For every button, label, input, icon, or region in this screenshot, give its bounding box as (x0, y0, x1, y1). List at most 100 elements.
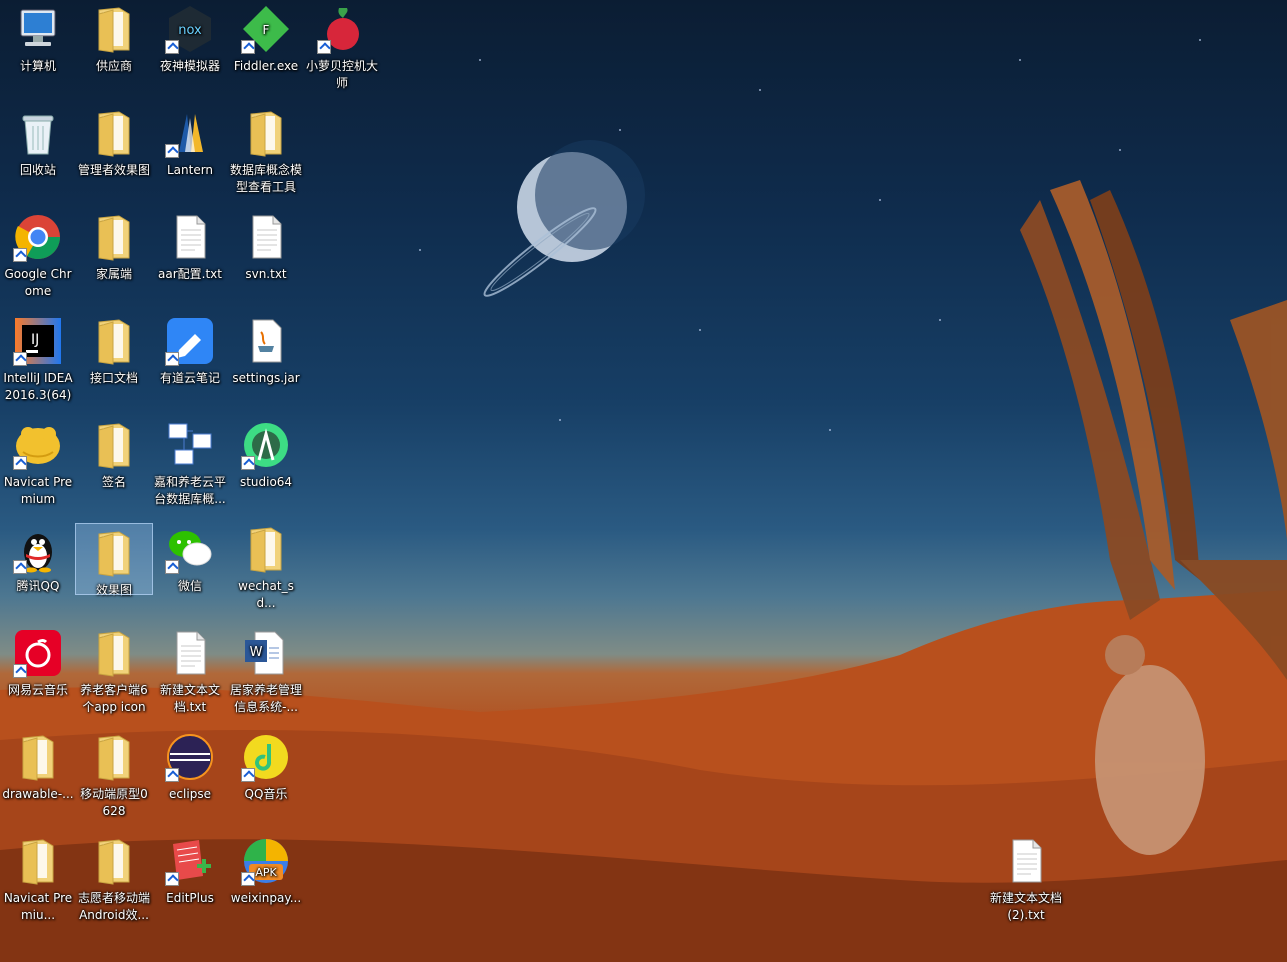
desktop-icon[interactable]: nox 夜神模拟器 (152, 0, 228, 75)
desktop-icon-label: svn.txt (245, 267, 287, 281)
text-file-icon (165, 212, 215, 262)
desktop-icon-label: 养老客户端6个app icon (80, 683, 148, 714)
desktop-icon-label: 移动端原型0628 (80, 787, 148, 818)
desktop-icon-label: wechat_sd... (238, 579, 294, 610)
desktop-icon-label: 新建文本文档.txt (159, 683, 220, 714)
planet-with-ring (483, 140, 645, 297)
desktop-icon-label: Lantern (166, 163, 214, 177)
desktop-icon-label: 接口文档 (89, 371, 138, 385)
folder-icon (89, 528, 139, 578)
desktop-icon[interactable]: Lantern (152, 104, 228, 179)
desktop-icon[interactable]: drawable-... (0, 728, 76, 803)
desktop-icon[interactable]: 家属端 (76, 208, 152, 283)
svg-text:W: W (250, 645, 263, 660)
desktop-icon[interactable]: 签名 (76, 416, 152, 491)
desktop-icon-label: 嘉和养老云平台数据库概... (153, 475, 226, 506)
intellij-icon: IJ (13, 316, 63, 366)
desktop-icon[interactable]: 管理者效果图 (76, 104, 152, 179)
desktop-icon[interactable]: APK weixinpay... (228, 832, 304, 907)
svg-text:nox: nox (178, 23, 202, 38)
desktop-icon[interactable]: Navicat Premium (0, 416, 76, 508)
folder-icon (89, 108, 139, 158)
desktop-icon[interactable]: 微信 (152, 520, 228, 595)
desktop-icon[interactable]: 志愿者移动端Android效... (76, 832, 152, 924)
shortcut-arrow-icon (165, 144, 179, 158)
shortcut-arrow-icon (165, 872, 179, 886)
desktop-icon[interactable]: 移动端原型0628 (76, 728, 152, 820)
desktop-icon[interactable]: 新建文本文档 (2).txt (988, 832, 1064, 924)
shortcut-arrow-icon (165, 560, 179, 574)
desktop-icon-label: Navicat Premiu... (3, 891, 73, 922)
shortcut-arrow-icon (241, 456, 255, 470)
desktop-icon-label: 夜神模拟器 (159, 59, 220, 73)
desktop-icon[interactable]: EditPlus (152, 832, 228, 907)
qq-music-icon (241, 732, 291, 782)
desktop-icon[interactable]: 有道云笔记 (152, 312, 228, 387)
youdao-note-icon (165, 316, 215, 366)
desktop-icon[interactable]: studio64 (228, 416, 304, 491)
netease-music-icon (13, 628, 63, 678)
shortcut-arrow-icon (13, 352, 27, 366)
desktop-icon[interactable]: IJ IntelliJ IDEA 2016.3(64) (0, 312, 76, 404)
folder-icon (13, 732, 63, 782)
text-file-icon (1001, 836, 1051, 886)
svg-text:IJ: IJ (31, 332, 39, 348)
desktop-icon[interactable]: aar配置.txt (152, 208, 228, 283)
desktop-icon[interactable]: 嘉和养老云平台数据库概... (152, 416, 228, 508)
svg-text:APK: APK (255, 866, 277, 879)
folder-icon (89, 316, 139, 366)
android-studio-icon (241, 420, 291, 470)
recycle-bin-icon (13, 108, 63, 158)
folder-icon (89, 628, 139, 678)
editplus-icon (165, 836, 215, 886)
desktop-icon-label: 网易云音乐 (7, 683, 68, 697)
desktop-icon[interactable]: 供应商 (76, 0, 152, 75)
desktop-icon[interactable]: 回收站 (0, 104, 76, 179)
desktop-icon[interactable]: 养老客户端6个app icon (76, 624, 152, 716)
desktop-icon[interactable]: svn.txt (228, 208, 304, 283)
folder-icon (13, 836, 63, 886)
desktop-icon-label: 签名 (101, 475, 126, 489)
shortcut-arrow-icon (241, 872, 255, 886)
desktop-icon-label: Google Chrome (4, 267, 72, 298)
desktop-icon[interactable]: 效果图 (75, 523, 153, 597)
shortcut-arrow-icon (13, 560, 27, 574)
desktop-icon[interactable]: W 居家养老管理信息系统-... (228, 624, 304, 716)
folder-icon (89, 4, 139, 54)
desktop-icon[interactable]: wechat_sd... (228, 520, 304, 612)
folder-icon (89, 420, 139, 470)
desktop-icon-label: settings.jar (232, 371, 300, 385)
desktop[interactable]: 计算机 供应商 nox 夜神模拟器 F Fiddler.exe 小萝贝控机大师回收站 管理者效… (0, 0, 1287, 962)
desktop-icon[interactable]: 新建文本文档.txt (152, 624, 228, 716)
desktop-icon[interactable]: 计算机 (0, 0, 76, 75)
desktop-icon[interactable]: QQ音乐 (228, 728, 304, 803)
desktop-icon[interactable]: 腾讯QQ (0, 520, 76, 595)
nox-icon: nox (165, 4, 215, 54)
desktop-icon-label: 志愿者移动端Android效... (77, 891, 150, 922)
desktop-icon[interactable]: 数据库概念模型查看工具 (228, 104, 304, 196)
shortcut-arrow-icon (241, 768, 255, 782)
desktop-icon-label: studio64 (239, 475, 293, 489)
shortcut-arrow-icon (13, 664, 27, 678)
desktop-icon-label: 效果图 (95, 583, 132, 597)
desktop-icon[interactable]: eclipse (152, 728, 228, 803)
fiddler-icon: F (241, 4, 291, 54)
radish-icon (317, 4, 367, 54)
desktop-icon[interactable]: F Fiddler.exe (228, 0, 304, 75)
folder-icon (89, 212, 139, 262)
desktop-icon[interactable]: Google Chrome (0, 208, 76, 300)
desktop-icon[interactable]: Navicat Premiu... (0, 832, 76, 924)
desktop-icon[interactable]: 接口文档 (76, 312, 152, 387)
desktop-icon-label: QQ音乐 (244, 787, 288, 801)
desktop-icon[interactable]: settings.jar (228, 312, 304, 387)
desktop-icon-label: 回收站 (19, 163, 56, 177)
folder-icon (241, 108, 291, 158)
desktop-icon-label: eclipse (169, 787, 211, 801)
desktop-icon-label: 腾讯QQ (16, 579, 60, 593)
desktop-icon-label: drawable-... (2, 787, 74, 801)
desktop-icon-label: aar配置.txt (158, 267, 222, 281)
desktop-icon-label: 数据库概念模型查看工具 (229, 163, 302, 194)
folder-icon (89, 836, 139, 886)
desktop-icon[interactable]: 网易云音乐 (0, 624, 76, 699)
desktop-icon[interactable]: 小萝贝控机大师 (304, 0, 380, 92)
